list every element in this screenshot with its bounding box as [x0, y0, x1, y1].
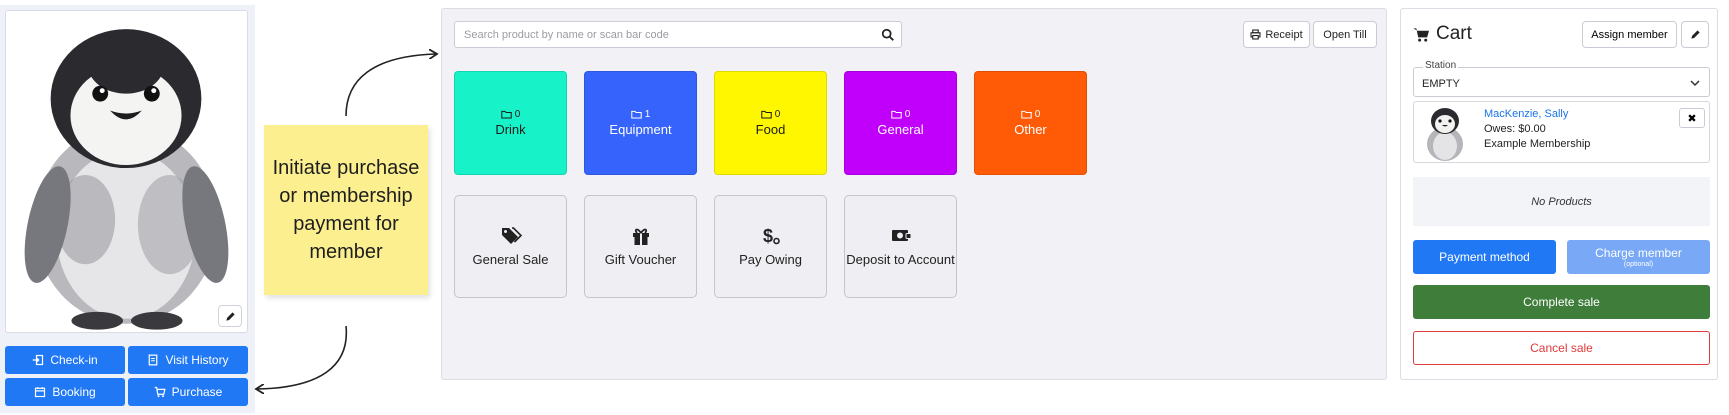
category-count-value: 1	[644, 109, 651, 120]
edit-photo-button[interactable]	[218, 305, 242, 327]
purchase-label: Purchase	[171, 385, 223, 399]
category-label: Other	[1014, 122, 1047, 137]
receipt-button[interactable]: Receipt	[1243, 21, 1310, 48]
folder-icon	[500, 110, 512, 119]
cart-items-empty: No Products	[1413, 177, 1710, 226]
cart-icon	[1413, 27, 1429, 42]
category-count: 0	[500, 109, 521, 120]
pencil-icon	[225, 311, 235, 321]
cancel-sale-label: Cancel sale	[1530, 341, 1593, 355]
open-till-label: Open Till	[1323, 28, 1367, 41]
assign-member-button[interactable]: Assign member	[1582, 21, 1677, 48]
deposit-to-account-label: Deposit to Account	[846, 252, 955, 267]
station-select[interactable]: EMPTY	[1413, 67, 1710, 97]
category-count: 1	[630, 109, 651, 120]
general-sale-label: General Sale	[472, 252, 549, 267]
pencil-icon	[1690, 30, 1700, 39]
category-tile-drink[interactable]: 0 Drink	[454, 71, 567, 175]
cart-header: Cart	[1413, 23, 1472, 45]
member-avatar	[1427, 108, 1463, 161]
product-search-input[interactable]	[464, 28, 864, 41]
charge-member-label: Charge member	[1595, 246, 1682, 260]
gift-voucher-tile[interactable]: Gift Voucher	[584, 195, 697, 298]
product-search-box	[454, 21, 902, 48]
category-count-value: 0	[774, 109, 781, 120]
close-icon: ✖	[1687, 112, 1697, 125]
general-sale-tile[interactable]: General Sale	[454, 195, 567, 298]
search-icon[interactable]	[881, 28, 895, 42]
visit-history-button[interactable]: Visit History	[128, 346, 248, 374]
category-count-value: 0	[514, 109, 521, 120]
category-label: General	[877, 122, 924, 137]
check-in-button[interactable]: Check-in	[5, 346, 125, 374]
chevron-down-icon	[1690, 80, 1700, 87]
receipt-label: Receipt	[1265, 28, 1303, 41]
open-till-button[interactable]: Open Till	[1313, 21, 1377, 48]
category-count-value: 0	[904, 109, 911, 120]
purchase-button[interactable]: Purchase	[128, 378, 248, 406]
folder-icon	[760, 110, 772, 119]
complete-sale-button[interactable]: Complete sale	[1413, 285, 1710, 319]
cancel-sale-button[interactable]: Cancel sale	[1413, 331, 1710, 365]
gift-icon	[632, 228, 649, 245]
document-icon	[149, 354, 158, 366]
cart-panel: Cart Assign member EMPTY Station MacKenz…	[1400, 8, 1718, 380]
assigned-member-card: MacKenzie, Sally Owes: $0.00 Example Mem…	[1413, 101, 1710, 163]
cart-icon	[154, 386, 166, 398]
gift-voucher-label: Gift Voucher	[604, 252, 677, 267]
remove-member-button[interactable]: ✖	[1679, 108, 1705, 128]
wallet-icon	[891, 230, 911, 241]
pay-owing-label: Pay Owing	[739, 252, 802, 267]
visit-history-label: Visit History	[165, 353, 229, 367]
category-count: 0	[890, 109, 911, 120]
complete-sale-label: Complete sale	[1523, 295, 1600, 309]
member-profile-panel: Check-in Visit History Booking Purchase	[0, 5, 255, 413]
category-tile-other[interactable]: 0 Other	[974, 71, 1087, 175]
penguin-chick-illustration	[6, 11, 247, 332]
station-label: Station	[1423, 60, 1459, 71]
folder-icon	[1020, 110, 1032, 119]
sign-in-icon	[33, 354, 44, 366]
annotation-text: Initiate purchase or membership payment …	[272, 157, 420, 263]
folder-icon	[630, 110, 642, 119]
tags-icon	[501, 227, 522, 244]
printer-icon	[1250, 29, 1261, 40]
payment-method-label: Payment method	[1439, 250, 1530, 264]
no-products-text: No Products	[1531, 195, 1592, 208]
dollar-icon: $	[763, 226, 780, 246]
category-label: Food	[755, 122, 786, 137]
calendar-icon	[35, 387, 46, 398]
payment-method-button[interactable]: Payment method	[1413, 240, 1556, 274]
assign-member-label: Assign member	[1591, 28, 1668, 41]
annotation-sticky-note: Initiate purchase or membership payment …	[264, 125, 428, 295]
booking-label: Booking	[52, 385, 96, 399]
check-in-label: Check-in	[50, 353, 98, 367]
pay-owing-tile[interactable]: $ Pay Owing	[714, 195, 827, 298]
folder-icon	[890, 110, 902, 119]
category-label: Equipment	[609, 122, 672, 137]
member-plan: Example Membership	[1484, 138, 1591, 150]
cart-title: Cart	[1436, 23, 1472, 44]
charge-member-sublabel: (optional)	[1623, 261, 1654, 268]
category-tile-food[interactable]: 0 Food	[714, 71, 827, 175]
category-count-value: 0	[1034, 109, 1041, 120]
booking-button[interactable]: Booking	[5, 378, 125, 406]
pos-product-panel: Receipt Open Till General Sale Gift Vouc…	[441, 8, 1387, 380]
svg-text:$: $	[763, 226, 773, 246]
category-tile-general[interactable]: 0 General	[844, 71, 957, 175]
member-owes: Owes: $0.00	[1484, 123, 1546, 135]
member-photo	[5, 10, 248, 333]
deposit-to-account-tile[interactable]: Deposit to Account	[844, 195, 957, 298]
category-label: Drink	[495, 122, 526, 137]
category-count: 0	[1020, 109, 1041, 120]
category-count: 0	[760, 109, 781, 120]
member-name-link[interactable]: MacKenzie, Sally	[1484, 108, 1568, 120]
edit-cart-button[interactable]	[1681, 21, 1709, 48]
station-value: EMPTY	[1422, 78, 1460, 90]
charge-member-button[interactable]: Charge member (optional)	[1567, 240, 1710, 274]
category-tile-equipment[interactable]: 1 Equipment	[584, 71, 697, 175]
